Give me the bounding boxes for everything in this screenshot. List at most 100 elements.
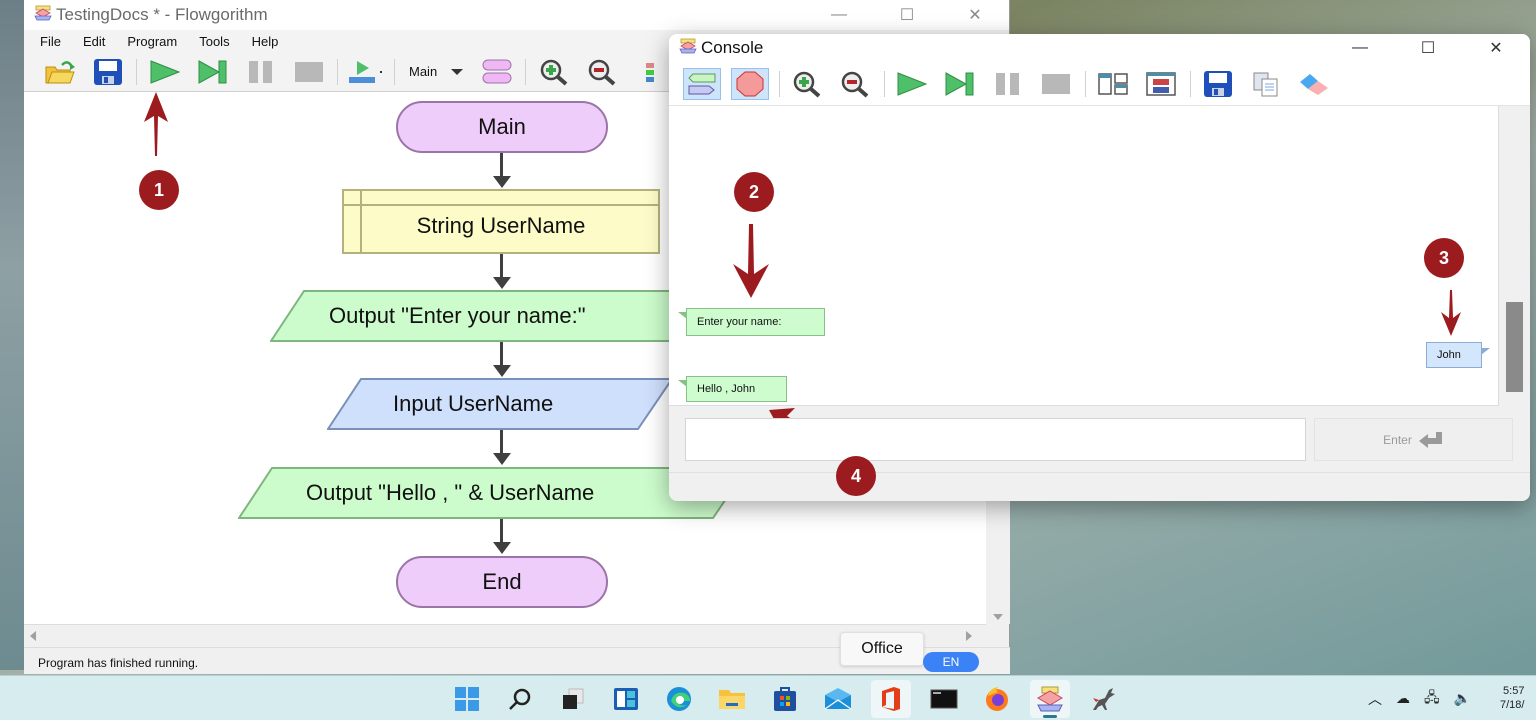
console-step-button[interactable] (941, 68, 979, 100)
network-icon[interactable]: 🖧 (1424, 687, 1440, 711)
stop-icon (295, 61, 323, 82)
input-message-text: John (1437, 349, 1461, 361)
zoom-out-icon (588, 59, 616, 86)
layout-icon (646, 62, 655, 82)
console-output-area: Enter your name: John Hello , John 2 3 (669, 106, 1499, 406)
task-view-icon (563, 688, 584, 709)
output-message-text: Hello , John (697, 383, 756, 395)
zoom-out-icon (841, 71, 869, 98)
console-pause-button[interactable] (989, 68, 1027, 100)
console-close-button[interactable]: ✕ (1462, 34, 1530, 62)
console-scrollbar[interactable] (1499, 106, 1530, 406)
pause-button[interactable] (241, 55, 281, 89)
menu-file[interactable]: File (40, 34, 61, 49)
running-indicator (1043, 714, 1057, 718)
dinosaur-icon (1093, 687, 1115, 710)
mail-button[interactable] (818, 680, 858, 718)
run-speed-icon (349, 60, 382, 83)
chat-view-button[interactable] (683, 67, 721, 100)
enter-label: Enter (1383, 432, 1412, 447)
console-stop-button[interactable] (1037, 68, 1075, 100)
flow-arrow (500, 153, 503, 177)
zoom-in-button[interactable] (534, 55, 574, 89)
scroll-right-icon[interactable] (966, 631, 972, 641)
firefox-button[interactable] (977, 680, 1017, 718)
annotation-badge-3: 3 (1424, 238, 1464, 278)
console-scrollbar-thumb[interactable] (1506, 302, 1523, 392)
save-icon (94, 58, 122, 85)
scroll-left-icon[interactable] (30, 631, 36, 641)
flowchart-start-main[interactable]: Main (396, 101, 608, 153)
play-icon (150, 59, 181, 84)
console-minimize-button[interactable]: — (1326, 34, 1394, 62)
toolbar-separator (337, 58, 338, 85)
console-title: Console (701, 38, 764, 57)
annotation-arrow-up (144, 92, 168, 156)
terminal-button[interactable] (924, 680, 964, 718)
layout-side-button[interactable] (1094, 68, 1132, 100)
menu-help[interactable]: Help (252, 34, 279, 49)
edge-button[interactable] (659, 680, 699, 718)
save-button[interactable] (88, 55, 128, 89)
clock[interactable]: 5:57 7/18/ (1500, 684, 1524, 712)
flowgorithm-taskbar-button[interactable] (1030, 679, 1070, 718)
clock-date: 7/18/ (1500, 699, 1525, 711)
widgets-icon (614, 687, 638, 710)
minimize-button[interactable]: — (805, 0, 873, 30)
run-button[interactable] (145, 55, 185, 89)
console-zoom-in-button[interactable] (788, 68, 826, 100)
flowchart-end[interactable]: End (396, 556, 608, 608)
title-bar: TestingDocs * - Flowgorithm — ☐ ✕ (24, 0, 1009, 30)
zoom-out-button[interactable] (582, 55, 622, 89)
store-icon (774, 686, 796, 711)
widgets-button[interactable] (606, 680, 646, 718)
dinosaur-app-button[interactable] (1083, 680, 1123, 718)
function-select[interactable]: Main (409, 64, 464, 79)
office-button[interactable] (871, 679, 911, 718)
toolbar-separator (1190, 70, 1191, 97)
eraser-button[interactable] (1295, 68, 1333, 100)
flow-arrow (500, 519, 503, 543)
flow-arrow (500, 430, 503, 454)
layout-side-icon (1098, 72, 1128, 95)
start-button[interactable] (447, 680, 487, 718)
maximize-button[interactable]: ☐ (873, 0, 941, 30)
volume-icon[interactable]: 🔈 (1454, 690, 1471, 707)
file-explorer-button[interactable] (712, 680, 752, 718)
flowgorithm-icon (1037, 686, 1063, 711)
layout-button[interactable] (630, 55, 670, 89)
menu-tools[interactable]: Tools (199, 34, 229, 49)
search-button[interactable] (500, 680, 540, 718)
annotation-arrow-down (1441, 290, 1461, 336)
copy-button[interactable] (1247, 68, 1285, 100)
system-tray: ︿ ☁ 🖧 🔈 (1368, 676, 1485, 720)
console-save-button[interactable] (1199, 68, 1237, 100)
stop-sign-button[interactable] (731, 67, 769, 100)
layout-stack-button[interactable] (1142, 68, 1180, 100)
close-button[interactable]: ✕ (941, 0, 1009, 30)
open-button[interactable] (40, 55, 80, 89)
console-zoom-out-button[interactable] (836, 68, 874, 100)
console-output-bubble: Enter your name: (678, 308, 825, 336)
run-speed-button[interactable] (346, 55, 386, 89)
scroll-down-icon[interactable] (993, 614, 1003, 620)
menu-edit[interactable]: Edit (83, 34, 105, 49)
flowchart-declare[interactable]: String UserName (342, 189, 660, 254)
console-input-field[interactable] (685, 418, 1306, 461)
menu-program[interactable]: Program (127, 34, 177, 49)
output1-label: Output "Enter your name:" (329, 303, 586, 328)
stop-button[interactable] (289, 55, 329, 89)
console-run-button[interactable] (893, 68, 931, 100)
language-indicator[interactable]: EN (923, 652, 979, 672)
step-icon (198, 59, 227, 84)
onedrive-icon[interactable]: ☁ (1396, 690, 1410, 707)
desktop-background (0, 0, 24, 670)
task-view-button[interactable] (553, 680, 593, 718)
store-button[interactable] (765, 680, 805, 718)
shapes-button[interactable] (477, 55, 517, 89)
console-maximize-button[interactable]: ☐ (1394, 34, 1462, 62)
enter-button[interactable]: Enter (1314, 418, 1513, 461)
show-hidden-icons-button[interactable]: ︿ (1368, 689, 1382, 709)
annotation-badge-2: 2 (734, 172, 774, 212)
step-button[interactable] (193, 55, 233, 89)
